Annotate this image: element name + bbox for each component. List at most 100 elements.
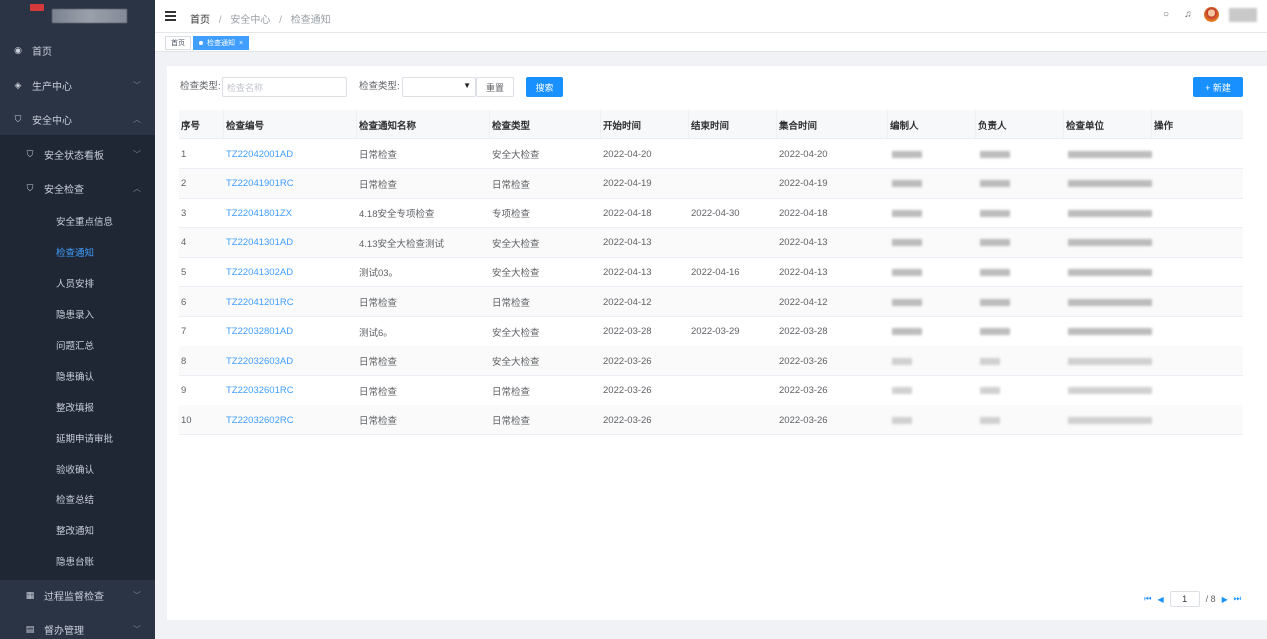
inspection-code-link[interactable]: TZ22032603AD [224,346,293,376]
column-header: 编制人 [888,110,976,139]
tab-home[interactable]: 首页 [165,36,191,50]
table-cell-name: 日常检查 [359,357,398,369]
prev-page-icon[interactable]: ◀ [1157,595,1163,604]
sidebar-subitem[interactable]: 问题汇总 [0,330,155,360]
column-header: 检查编号 [224,110,357,139]
sidebar-item-process-supervision[interactable]: ▦ 过程监督检查 ﹀ [0,580,155,610]
chevron-down-icon: ﹀ [133,624,141,634]
active-dot-icon [199,41,203,45]
username-blurred[interactable] [1229,7,1257,22]
table-row[interactable]: 4 TZ22041301AD 4.13安全大检查测试 安全大检查 2022-04-13 2… [179,227,1243,258]
tab-label: 首页 [171,40,185,47]
redacted-author [890,346,912,376]
table-row[interactable]: 1 TZ22042001AD 日常检查 安全大检查 2022-04-20 2022-04-… [179,139,1243,169]
tab-inspection-notice[interactable]: 检查通知 × [193,36,250,50]
table-cell-end: 2022-03-29 [691,326,740,338]
close-icon[interactable]: × [239,40,243,47]
new-button[interactable]: + 新建 [1193,77,1243,97]
redaction-bar [1068,298,1152,306]
tabs-bar: 首页 检查通知 × [155,33,1267,52]
inspection-code-link[interactable]: TZ22041201RC [224,287,294,317]
inspection-code-link[interactable]: TZ22042001AD [224,139,293,169]
redaction-bar [1068,150,1152,158]
sidebar-subitem[interactable]: 安全重点信息 [0,206,155,236]
sidebar-item-supervision-management[interactable]: ▤ 督办管理 ﹀ [0,614,155,639]
redacted-unit [1066,346,1152,376]
table-cell-start: 2022-03-26 [603,385,652,397]
table-row[interactable]: 7 TZ22032801AD 测试6。 安全大检查 2022-03-28 2022-03-… [179,317,1243,347]
table-cell-end [689,169,691,199]
table-cell-name: 日常检查 [359,179,398,191]
inspection-code-link[interactable]: TZ22041302AD [224,257,293,287]
table-row[interactable]: 10 TZ22032602RC 日常检查 日常检查 2022-03-26 2022-03-… [179,405,1243,436]
first-page-icon[interactable]: ⏮ [1144,594,1151,604]
sidebar-subitem[interactable]: 延期申请审批 [0,423,155,453]
redacted-owner [978,287,1010,317]
menu-toggle-icon[interactable] [165,11,176,21]
redacted-owner [978,405,1000,435]
inspection-code-link[interactable]: TZ22032602RC [224,405,294,435]
table-row[interactable]: 5 TZ22041302AD 测试03。 安全大检查 2022-04-13 2022-04… [179,257,1243,288]
table-cell-type: 日常检查 [492,386,531,398]
page-number-input[interactable]: 1 [1169,591,1200,607]
breadcrumb-safety-center[interactable]: 安全中心 [230,15,270,26]
table-row[interactable]: 8 TZ22032603AD 日常检查 安全大检查 2022-03-26 2022-03-… [179,346,1243,377]
sidebar-subitem[interactable]: 隐患台账 [0,546,155,576]
redacted-unit [1066,228,1152,258]
table-cell-end [689,405,691,435]
breadcrumb-home[interactable]: 首页 [190,15,210,26]
sidebar-item-label: 首页 [32,46,52,58]
bell-icon[interactable]: ♫ [1182,9,1194,21]
table-cell-no: 1 [181,148,187,160]
reset-button[interactable]: 重置 [476,77,514,97]
sidebar-subitem[interactable]: 整改填报 [0,392,155,422]
inspection-code-link[interactable]: TZ22041301AD [224,228,293,258]
column-header: 检查通知名称 [357,110,490,139]
table-row[interactable]: 6 TZ22041201RC 日常检查 日常检查 2022-04-12 2022-04-1… [179,287,1243,317]
table-cell-end [689,287,691,317]
redacted-author [890,198,922,228]
sidebar-subitem[interactable]: 检查总结 [0,484,155,514]
redacted-unit [1066,376,1152,406]
table-row[interactable]: 3 TZ22041801ZX 4.18安全专项检查 专项检查 2022-04-18 202… [179,198,1243,229]
redaction-bar [1068,209,1152,217]
redaction-bar [892,416,912,424]
search-input[interactable]: 检查名称 [222,77,347,97]
inspection-code-link[interactable]: TZ22032801AD [224,317,293,347]
table-cell-name: 4.18安全专项检查 [359,209,435,221]
last-page-icon[interactable]: ⏭ [1234,594,1241,604]
chevron-up-icon: ︿ [133,183,141,193]
sidebar-item-home[interactable]: ◉ 首页 [0,35,155,65]
sidebar-subitem[interactable]: 隐患录入 [0,299,155,329]
table-cell-start: 2022-03-26 [603,414,652,426]
sidebar-subitem[interactable]: 人员安排 [0,268,155,298]
inspection-code-link[interactable]: TZ22041801ZX [224,198,292,228]
redaction-bar [980,298,1010,306]
table-cell-gather: 2022-04-13 [779,266,828,278]
sidebar-item-production[interactable]: ◈ 生产中心 ﹀ [0,70,155,100]
sidebar-subitem[interactable]: 验收确认 [0,454,155,484]
type-select[interactable]: ▼ [402,77,476,97]
sidebar-item-safety-center[interactable]: ⛉ 安全中心 ︿ [0,104,155,134]
redacted-author [890,317,922,347]
table-row[interactable]: 2 TZ22041901RC 日常检查 日常检查 2022-04-19 2022-04-1… [179,168,1243,199]
search-button[interactable]: 搜索 [526,77,563,97]
sidebar-item-label: 督办管理 [44,625,84,637]
redaction-bar [892,180,922,188]
inspection-code-link[interactable]: TZ22032601RC [224,376,294,406]
sidebar-item-safety-dashboard[interactable]: ⛉ 安全状态看板 ﹀ [0,139,155,169]
sidebar-subitem-active[interactable]: 检查通知 [0,237,155,267]
shield-icon: ⛉ [26,148,34,159]
avatar[interactable] [1204,7,1219,22]
redacted-owner [978,169,1010,199]
sidebar-item-safety-inspection[interactable]: ⛉ 安全检查 ︿ [0,173,155,203]
sidebar-subitem[interactable]: 整改通知 [0,515,155,545]
search-icon[interactable]: ○ [1160,9,1172,21]
table-row[interactable]: 9 TZ22032601RC 日常检查 日常检查 2022-03-26 2022-03-2… [179,376,1243,406]
inspection-code-link[interactable]: TZ22041901RC [224,169,294,199]
redacted-owner [978,257,1010,287]
next-page-icon[interactable]: ▶ [1222,595,1228,604]
redaction-bar [1068,328,1152,336]
sidebar-subitem[interactable]: 隐患确认 [0,361,155,391]
redacted-owner [978,317,1010,347]
